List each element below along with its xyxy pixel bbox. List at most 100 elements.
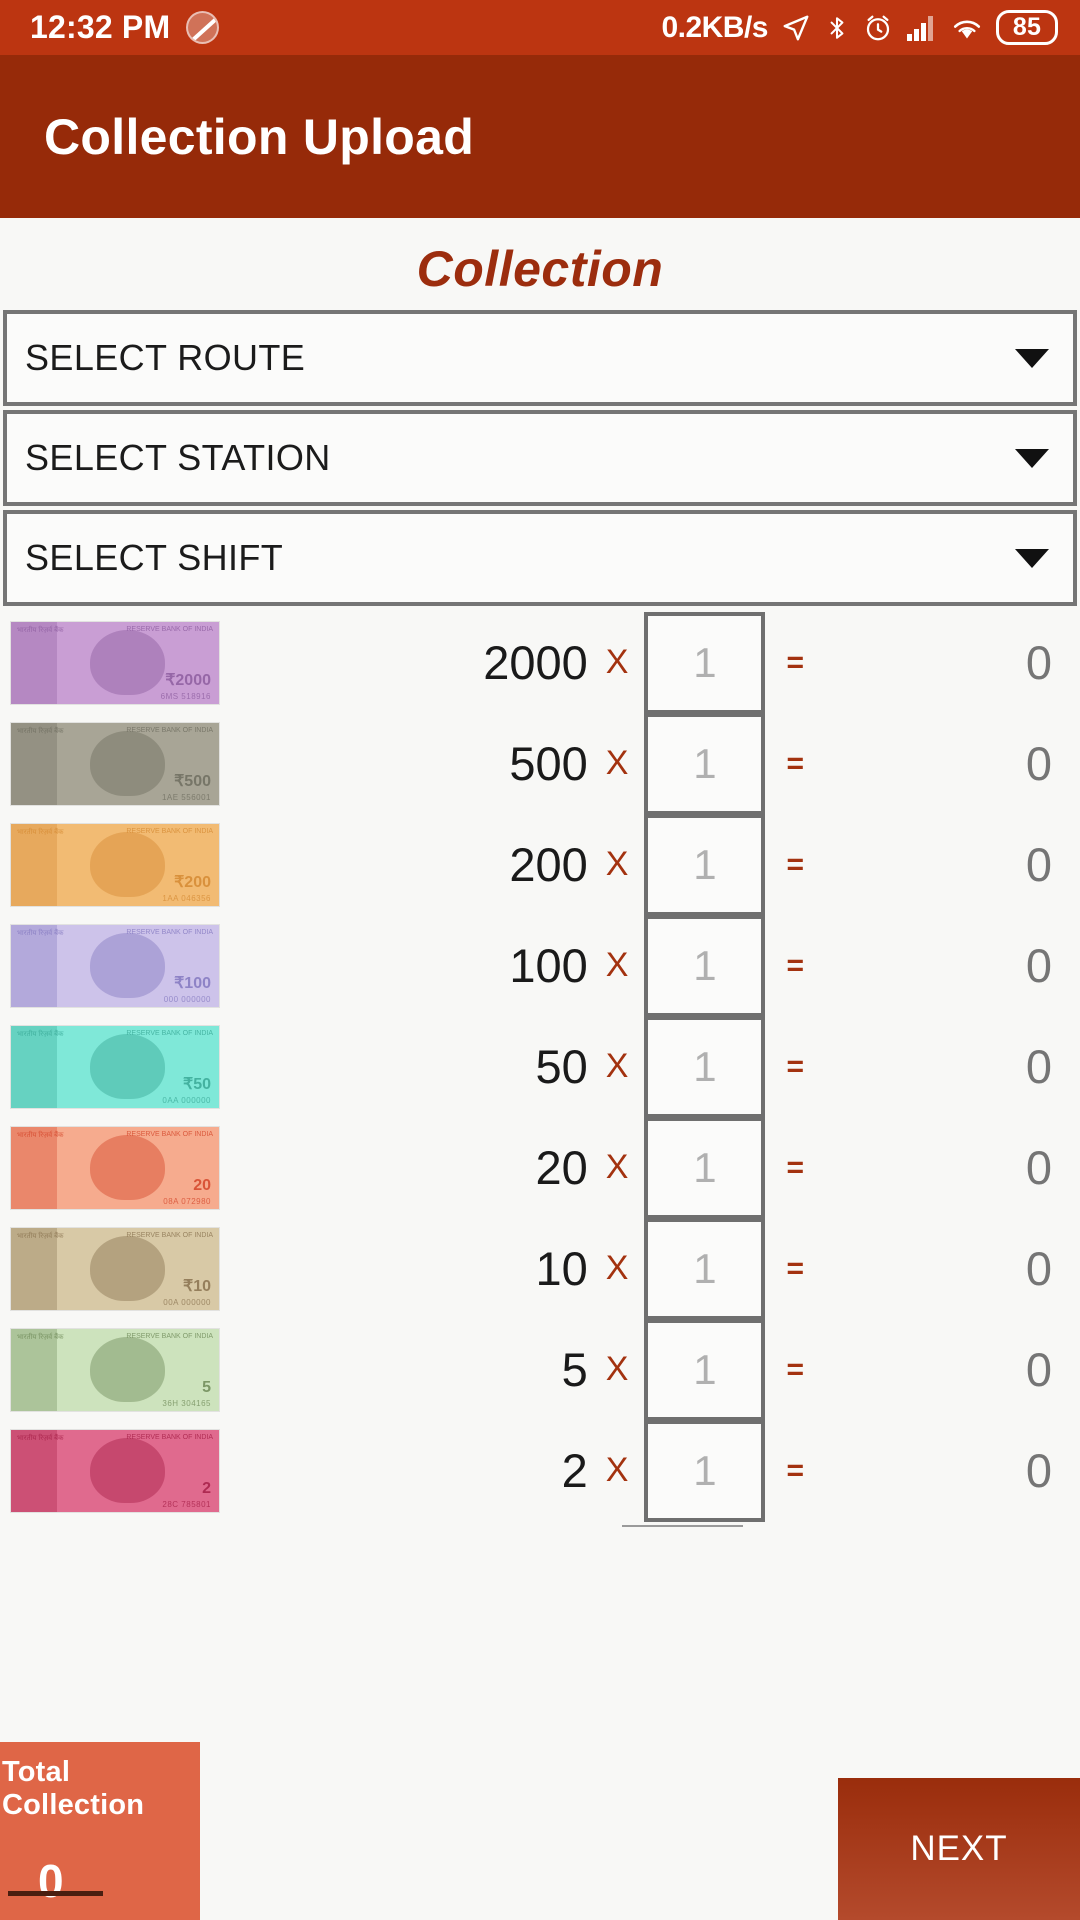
select-shift-label: SELECT SHIFT bbox=[25, 537, 284, 578]
note-header-left: भारतीय रिज़र्व बैंक bbox=[17, 727, 64, 735]
select-station-label: SELECT STATION bbox=[25, 437, 331, 478]
note-serial-number: 0AA 000000 bbox=[162, 1095, 211, 1105]
note-denomination-mark: ₹50 bbox=[183, 1075, 211, 1093]
note-header-left: भारतीय रिज़र्व बैंक bbox=[17, 626, 64, 634]
select-route-spinner[interactable]: SELECT ROUTE bbox=[3, 310, 1077, 406]
denomination-value: 2000 bbox=[483, 636, 588, 689]
note-100-icon: भारतीय रिज़र्व बैंक RESERVE BANK OF INDIA… bbox=[10, 923, 220, 1008]
location-arrow-icon bbox=[781, 13, 811, 43]
total-collection-panel: Total Collection 0 bbox=[0, 1742, 200, 1920]
note-header-right: RESERVE BANK OF INDIA bbox=[126, 1231, 213, 1239]
next-row-underline bbox=[622, 1525, 743, 1527]
multiply-symbol: X bbox=[605, 1047, 629, 1085]
note-header-left: भारतीय रिज़र्व बैंक bbox=[17, 1434, 64, 1442]
multiply-symbol: X bbox=[605, 643, 629, 681]
quantity-input[interactable]: 1 bbox=[644, 1116, 766, 1219]
quantity-placeholder: 1 bbox=[693, 840, 717, 888]
quantity-input[interactable]: 1 bbox=[644, 813, 766, 916]
note-500-icon: भारतीय रिज़र्व बैंक RESERVE BANK OF INDIA… bbox=[10, 721, 220, 806]
equals-symbol: = bbox=[786, 1352, 804, 1386]
bluetooth-icon bbox=[824, 13, 850, 43]
denomination-value: 5 bbox=[561, 1343, 588, 1396]
note-header-right: RESERVE BANK OF INDIA bbox=[126, 928, 213, 936]
note-denomination-mark: 2 bbox=[202, 1479, 211, 1497]
note-10-icon: भारतीय रिज़र्व बैंक RESERVE BANK OF INDIA… bbox=[10, 1226, 220, 1311]
quantity-placeholder: 1 bbox=[693, 1446, 717, 1494]
note-header-left: भारतीय रिज़र्व बैंक bbox=[17, 929, 64, 937]
select-shift-spinner[interactable]: SELECT SHIFT bbox=[3, 510, 1077, 606]
note-header-right: RESERVE BANK OF INDIA bbox=[126, 625, 213, 633]
quantity-placeholder: 1 bbox=[693, 638, 717, 686]
equals-symbol: = bbox=[786, 645, 804, 679]
status-bar: 12:32 PM 0.2KB/s 85 bbox=[0, 0, 1080, 55]
note-200-icon: भारतीय रिज़र्व बैंक RESERVE BANK OF INDIA… bbox=[10, 822, 220, 907]
equals-symbol: = bbox=[786, 1453, 804, 1487]
denomination-value: 100 bbox=[509, 939, 588, 992]
note-header-left: भारतीय रिज़र्व बैंक bbox=[17, 1131, 64, 1139]
multiply-symbol: X bbox=[605, 1451, 629, 1489]
denomination-row: भारतीय रिज़र्व बैंक RESERVE BANK OF INDIA… bbox=[0, 1116, 1080, 1219]
equals-symbol: = bbox=[786, 1251, 804, 1285]
equals-symbol: = bbox=[786, 847, 804, 881]
total-collection-underline bbox=[8, 1891, 103, 1896]
note-serial-number: 28C 785801 bbox=[162, 1499, 211, 1509]
denomination-result: 0 bbox=[1025, 1141, 1052, 1194]
quantity-placeholder: 1 bbox=[693, 1042, 717, 1090]
app-bar-title: Collection Upload bbox=[44, 108, 475, 165]
note-denomination-mark: ₹100 bbox=[174, 974, 211, 992]
denomination-result: 0 bbox=[1025, 1444, 1052, 1497]
signal-bars-icon bbox=[906, 14, 938, 42]
quantity-placeholder: 1 bbox=[693, 1244, 717, 1292]
multiply-symbol: X bbox=[605, 1148, 629, 1186]
note-header-right: RESERVE BANK OF INDIA bbox=[126, 1029, 213, 1037]
note-denomination-mark: 20 bbox=[193, 1176, 211, 1194]
multiply-symbol: X bbox=[605, 744, 629, 782]
equals-symbol: = bbox=[786, 948, 804, 982]
denomination-result: 0 bbox=[1025, 1343, 1052, 1396]
quantity-input[interactable]: 1 bbox=[644, 1217, 766, 1320]
denomination-row: भारतीय रिज़र्व बैंक RESERVE BANK OF INDIA… bbox=[0, 813, 1080, 916]
note-denomination-mark: ₹10 bbox=[183, 1277, 211, 1295]
note-serial-number: 00A 000000 bbox=[163, 1297, 211, 1307]
quantity-input[interactable]: 1 bbox=[644, 1318, 766, 1421]
note-serial-number: 08A 072980 bbox=[163, 1196, 211, 1206]
denomination-result: 0 bbox=[1025, 1242, 1052, 1295]
note-header-right: RESERVE BANK OF INDIA bbox=[126, 1332, 213, 1340]
note-denomination-mark: ₹2000 bbox=[165, 671, 211, 689]
chevron-down-icon bbox=[1015, 348, 1049, 368]
quantity-input[interactable]: 1 bbox=[644, 611, 766, 714]
note-serial-number: 6MS 518916 bbox=[160, 691, 211, 701]
multiply-symbol: X bbox=[605, 845, 629, 883]
battery-indicator: 85 bbox=[996, 10, 1058, 45]
quantity-placeholder: 1 bbox=[693, 739, 717, 787]
alarm-icon bbox=[863, 13, 893, 43]
next-button[interactable]: NEXT bbox=[838, 1778, 1080, 1920]
note-serial-number: 36H 304165 bbox=[162, 1398, 211, 1408]
network-speed-label: 0.2KB/s bbox=[661, 10, 768, 44]
denomination-row: भारतीय रिज़र्व बैंक RESERVE BANK OF INDIA… bbox=[0, 1318, 1080, 1421]
quantity-input[interactable]: 1 bbox=[644, 1419, 766, 1522]
multiply-symbol: X bbox=[605, 946, 629, 984]
quantity-input[interactable]: 1 bbox=[644, 712, 766, 815]
denomination-row: भारतीय रिज़र्व बैंक RESERVE BANK OF INDIA… bbox=[0, 1217, 1080, 1320]
note-header-right: RESERVE BANK OF INDIA bbox=[126, 1433, 213, 1441]
denomination-list: भारतीय रिज़र्व बैंक RESERVE BANK OF INDIA… bbox=[0, 611, 1080, 1522]
status-bar-time: 12:32 PM bbox=[30, 9, 171, 45]
quantity-input[interactable]: 1 bbox=[644, 1015, 766, 1118]
note-20-icon: भारतीय रिज़र्व बैंक RESERVE BANK OF INDIA… bbox=[10, 1125, 220, 1210]
note-serial-number: 000 000000 bbox=[163, 994, 211, 1004]
note-serial-number: 1AE 556001 bbox=[161, 792, 211, 802]
quantity-input[interactable]: 1 bbox=[644, 914, 766, 1017]
main-content: Collection SELECT ROUTE SELECT STATION S… bbox=[0, 218, 1080, 1742]
denomination-result: 0 bbox=[1025, 737, 1052, 790]
quantity-placeholder: 1 bbox=[693, 1345, 717, 1393]
denomination-value: 500 bbox=[509, 737, 588, 790]
equals-symbol: = bbox=[786, 746, 804, 780]
note-header-right: RESERVE BANK OF INDIA bbox=[126, 827, 213, 835]
denomination-result: 0 bbox=[1025, 838, 1052, 891]
note-5-icon: भारतीय रिज़र्व बैंक RESERVE BANK OF INDIA… bbox=[10, 1327, 220, 1412]
note-denomination-mark: ₹500 bbox=[174, 772, 211, 790]
note-denomination-mark: ₹200 bbox=[174, 873, 211, 891]
select-station-spinner[interactable]: SELECT STATION bbox=[3, 410, 1077, 506]
note-header-left: भारतीय रिज़र्व बैंक bbox=[17, 1333, 64, 1341]
